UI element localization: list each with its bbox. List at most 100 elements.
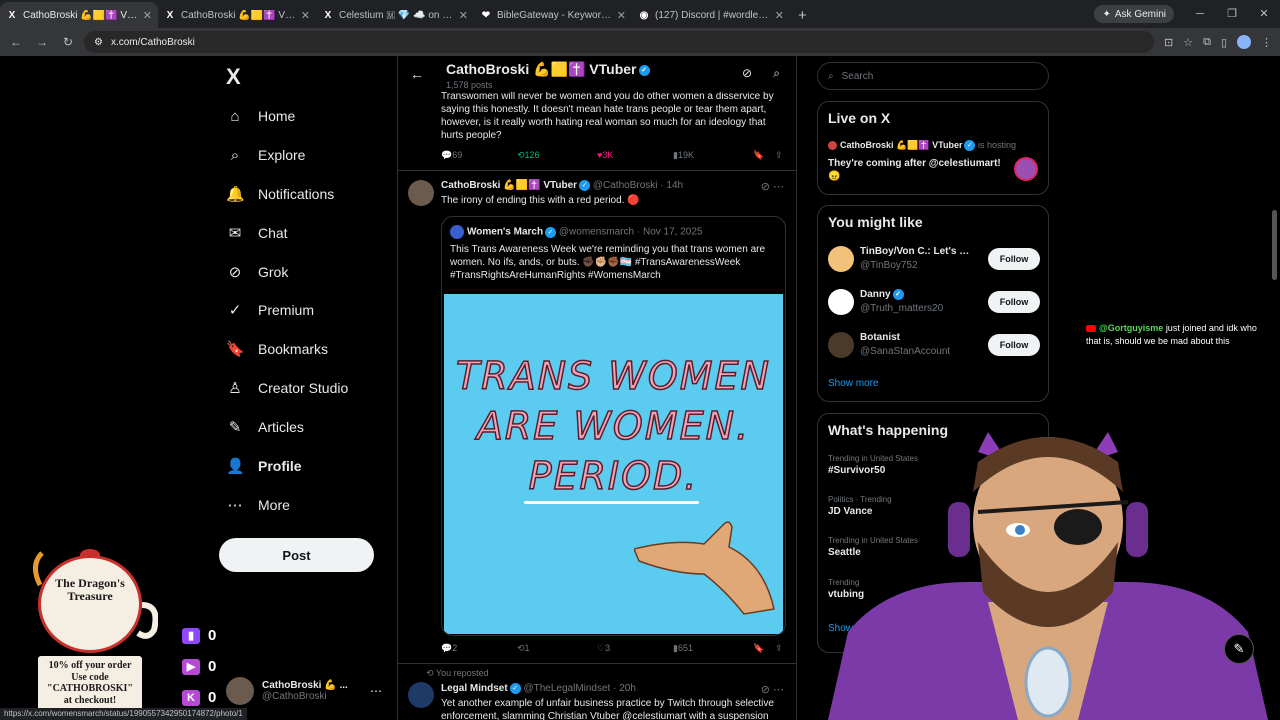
quote-image[interactable]: TRANS WOMEN ARE WOMEN. PERIOD. (444, 294, 783, 634)
nav-grok-icon: ⊘ (228, 264, 242, 281)
reload-icon[interactable]: ↻ (58, 35, 78, 49)
post-time[interactable]: 14h (666, 180, 683, 191)
page-scrollbar[interactable] (1272, 210, 1277, 280)
nav-item-bookmarks[interactable]: 🔖 Bookmarks (226, 334, 328, 364)
space-avatar[interactable] (1014, 157, 1038, 181)
repost-button[interactable]: ⟲ 126 (517, 150, 540, 161)
tab-close-icon[interactable]: ✕ (617, 9, 626, 22)
post-text: Transwomen will never be women and you d… (441, 91, 774, 141)
nav-label: More (258, 497, 290, 513)
chat-username: @Gortguyisme (1099, 323, 1164, 333)
like-button[interactable]: ♥ 3K (597, 150, 613, 160)
maximize-icon[interactable]: ❐ (1216, 0, 1248, 28)
reply-button[interactable]: 💬 2 (441, 643, 457, 654)
follow-button[interactable]: Follow (988, 291, 1040, 313)
nav-articles-icon: ✎ (228, 419, 242, 436)
suggestion-item[interactable]: Botanist @SanaStanAccount Follow (828, 330, 1040, 360)
nav-item-more[interactable]: ⋯ More (226, 490, 290, 520)
site-info-icon[interactable]: ⚙ (94, 37, 103, 48)
follow-button[interactable]: Follow (988, 334, 1040, 356)
more-icon[interactable]: ⋯ (370, 684, 382, 698)
new-tab-button[interactable]: + (790, 2, 815, 28)
image-text-line: ARE WOMEN. (476, 403, 751, 449)
stream-chat-message: @Gortguyisme just joined and idk who tha… (1086, 322, 1272, 348)
author-name[interactable]: CathoBroski 💪🟨✝️ VTuber (441, 180, 577, 191)
grok-icon[interactable]: ⊘ (742, 66, 752, 80)
compose-post-icon[interactable]: ✎ (1224, 634, 1254, 664)
show-more-link[interactable]: Show more (828, 378, 879, 389)
verified-icon: ✓ (545, 226, 557, 238)
sidepanel-icon[interactable]: ▯ (1221, 36, 1227, 49)
kick-count: K0 (182, 689, 216, 706)
author-handle[interactable]: @CathoBroski (593, 180, 658, 191)
suggestion-item[interactable]: Danny ✓ @Truth_matters20 Follow (828, 287, 1040, 317)
search-input[interactable]: ⌕ Search (817, 62, 1049, 90)
nav-item-profile[interactable]: 👤 Profile (226, 451, 302, 481)
divider (398, 663, 796, 664)
nav-item-home[interactable]: ⌂ Home (226, 101, 295, 131)
author-name[interactable]: Legal Mindset (441, 683, 508, 694)
suggestion-item[interactable]: TinBoy/Von C.: Let's Pl... @TinBoy752 Fo… (828, 244, 1040, 274)
browser-tab[interactable]: ◉ (127) Discord | #wordle-addicts ✕ (632, 2, 790, 28)
extensions-icon[interactable]: ⧉ (1203, 36, 1211, 49)
post-more-icon[interactable]: ⊘ ⋯ (761, 683, 784, 696)
share-icon[interactable]: ⇪ (775, 150, 783, 161)
verified-icon: ✓ (579, 180, 591, 191)
address-bar[interactable]: ⚙ x.com/CathoBroski (84, 31, 1154, 53)
share-icon[interactable]: ⇪ (775, 643, 783, 654)
x-logo[interactable]: X (226, 64, 241, 90)
reply-count: 2 (452, 643, 458, 653)
close-window-icon[interactable]: ✕ (1248, 0, 1280, 28)
nav-item-premium[interactable]: ✓ Premium (226, 295, 314, 325)
search-icon: ⌕ (828, 70, 834, 82)
post-time[interactable]: 20h (619, 683, 636, 694)
reply-button[interactable]: 💬 69 (441, 150, 462, 161)
nav-item-grok[interactable]: ⊘ Grok (226, 257, 289, 287)
nav-item-creator-studio[interactable]: ♙ Creator Studio (226, 373, 348, 403)
tab-close-icon[interactable]: ✕ (775, 9, 784, 22)
bookmark-icon[interactable]: 🔖 (753, 643, 764, 654)
suggestion-name: TinBoy/Von C.: Let's Pl... (860, 246, 975, 257)
author-avatar[interactable] (408, 180, 434, 206)
like-button[interactable]: ♡ 3 (597, 643, 610, 654)
browser-tab[interactable]: X CathoBroski 💪🟨✝️ VTuber on ✕ (158, 2, 316, 28)
post-button[interactable]: Post (219, 538, 374, 572)
browser-tab[interactable]: ❤ BibleGateway - Keyword Search ✕ (474, 2, 632, 28)
repost-button[interactable]: ⟲ 1 (517, 643, 530, 654)
search-icon[interactable]: ⌕ (773, 66, 780, 81)
back-icon[interactable]: ← (6, 35, 26, 49)
forward-icon[interactable]: → (32, 35, 52, 49)
follow-button[interactable]: Follow (988, 248, 1040, 270)
nav-item-chat[interactable]: ✉ Chat (226, 218, 288, 248)
tab-close-icon[interactable]: ✕ (143, 9, 152, 22)
quoted-post[interactable]: Women's March ✓ @womensmarch · Nov 17, 20… (441, 216, 786, 636)
browser-tab[interactable]: X Celestium 🇲 💎 ☁️ on X: "@al ✕ (316, 2, 474, 28)
views-button[interactable]: ▮ 651 (673, 643, 693, 654)
tab-close-icon[interactable]: ✕ (459, 9, 468, 22)
back-arrow-icon[interactable]: ← (410, 66, 424, 82)
live-title: Live on X (828, 110, 891, 126)
account-switcher[interactable]: CathoBroski 💪 ... @CathoBroski ⋯ (226, 676, 386, 706)
youtube-icon (1086, 325, 1096, 333)
nav-notifications-icon: 🔔 (226, 186, 245, 203)
bookmark-icon[interactable]: 🔖 (753, 150, 764, 161)
minimize-icon[interactable]: ─ (1184, 0, 1216, 28)
install-icon[interactable]: ⊡ (1164, 36, 1173, 49)
nav-item-notifications[interactable]: 🔔 Notifications (226, 179, 334, 209)
live-host[interactable]: CathoBroski 💪🟨✝️ VTuber ✓ is hosting (828, 140, 1016, 152)
browser-tab[interactable]: X CathoBroski 💪🟨✝️ VTuber (@... ✕ (0, 2, 158, 28)
post-more-icon[interactable]: ⊘ ⋯ (761, 180, 784, 193)
profile-avatar[interactable] (1237, 35, 1251, 49)
ask-gemini-button[interactable]: ✦ Ask Gemini (1094, 5, 1174, 23)
space-title[interactable]: They're coming after @celestiumart! 😠 (828, 157, 1008, 183)
author-handle[interactable]: @TheLegalMindset (523, 683, 610, 694)
nav-item-explore[interactable]: ⌕ Explore (226, 140, 306, 170)
views-button[interactable]: ▮ 19K (673, 150, 694, 161)
nav-item-articles[interactable]: ✎ Articles (226, 412, 304, 442)
tab-close-icon[interactable]: ✕ (301, 9, 310, 22)
menu-icon[interactable]: ⋮ (1261, 36, 1272, 49)
tab-favicon-icon: X (324, 9, 332, 21)
author-avatar[interactable] (408, 682, 434, 708)
bookmark-star-icon[interactable]: ☆ (1183, 36, 1193, 49)
profile-name-text: CathoBroski 💪🟨✝️ VTuber (446, 61, 637, 77)
